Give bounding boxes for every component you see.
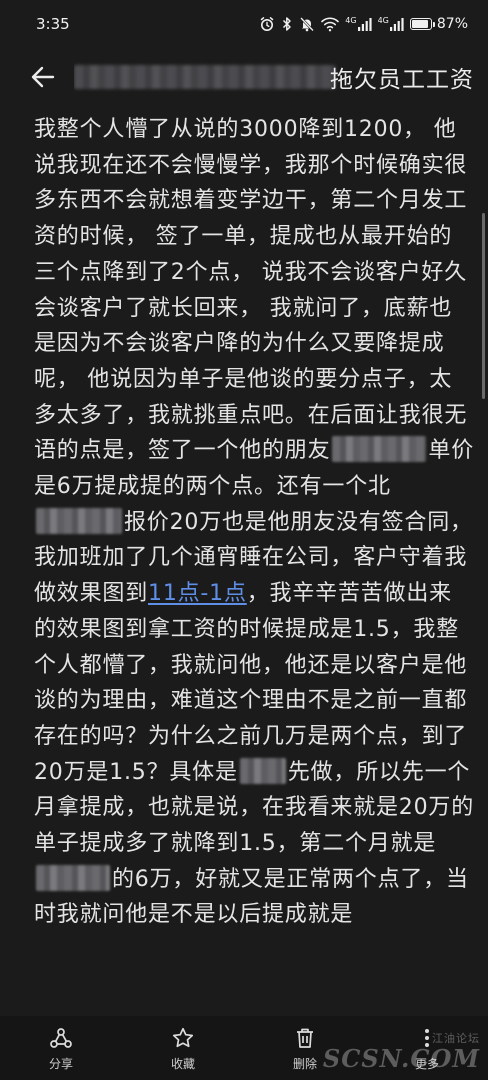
signal-icon: 4G <box>378 16 404 32</box>
time-link[interactable]: 11点-1点 <box>148 581 247 606</box>
battery-icon <box>409 18 435 30</box>
battery-indicator: 87% <box>409 16 468 32</box>
back-button[interactable] <box>28 62 58 92</box>
alarm-icon <box>259 16 275 32</box>
status-time: 3:35 <box>36 15 70 33</box>
page-title: 拖欠员工工资 <box>330 67 474 93</box>
wifi-icon <box>321 16 340 32</box>
trash-icon <box>297 1028 313 1048</box>
text-segment: 我整个人懵了从说的3000降到1200， 他说我现在还不会慢慢学，我那个时候确实… <box>34 117 468 464</box>
redacted-block <box>36 507 122 534</box>
watermark-en: SCSN.COM <box>322 1044 480 1073</box>
redacted-block <box>239 757 286 784</box>
status-bar: 3:35 4G 4G 87% <box>0 0 488 48</box>
favorite-button[interactable]: 收藏 <box>122 1026 244 1072</box>
battery-percent: 87% <box>436 16 468 32</box>
header: 拖欠员工工资 <box>0 48 488 106</box>
arrow-left-icon <box>31 66 55 88</box>
post-content: 我整个人懵了从说的3000降到1200， 他说我现在还不会慢慢学，我那个时候确实… <box>34 112 474 1012</box>
scrollbar-thumb[interactable] <box>482 213 485 399</box>
text-segment: ，我辛辛苦苦做出来的效果图到拿工资的时候提成是1.5，我整个人都懵了，我就问他，… <box>34 581 468 785</box>
bottom-toolbar: 分享 收藏 删除 更多 江油论坛 SCSN.COM <box>0 1016 488 1080</box>
favorite-label: 收藏 <box>170 1057 195 1071</box>
signal-icon: 4G <box>345 16 372 32</box>
star-icon <box>172 1027 194 1048</box>
status-icons: 4G 4G 87% <box>259 16 468 32</box>
watermark: 江油论坛 SCSN.COM <box>323 1030 480 1072</box>
redacted-block <box>332 436 427 463</box>
bluetooth-icon <box>281 16 293 32</box>
redacted-block <box>36 864 110 891</box>
share-button[interactable]: 分享 <box>0 1026 122 1072</box>
post-text: 我整个人懵了从说的3000降到1200， 他说我现在还不会慢慢学，我那个时候确实… <box>34 112 474 933</box>
share-label: 分享 <box>48 1057 73 1071</box>
mute-icon <box>299 16 315 32</box>
page-title-area: 拖欠员工工资 <box>74 60 474 94</box>
share-icon <box>50 1028 72 1048</box>
delete-label: 删除 <box>292 1057 317 1071</box>
redacted-title-block <box>74 65 336 89</box>
